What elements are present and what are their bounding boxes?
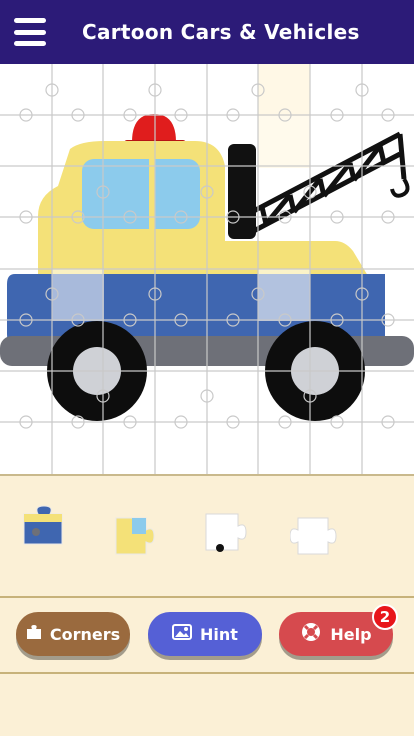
hint-button[interactable]: Hint [148, 612, 262, 656]
corners-button[interactable]: Corners [16, 612, 130, 656]
piece-tray [0, 476, 414, 596]
puzzle-piece-icon [26, 624, 42, 644]
lifebuoy-icon [300, 621, 322, 647]
tray-piece-4[interactable] [290, 512, 338, 560]
crane-post [228, 144, 256, 239]
hamburger-menu-icon[interactable] [14, 18, 46, 46]
image-icon [172, 624, 193, 644]
top-app-bar: Cartoon Cars & Vehicles [0, 0, 414, 64]
help-count-badge: 2 [372, 604, 398, 630]
tray-piece-3[interactable] [200, 508, 248, 556]
tray-piece-2[interactable] [108, 512, 156, 560]
bottom-area [0, 672, 414, 736]
hint-label: Hint [200, 624, 238, 644]
help-label: Help [330, 624, 372, 644]
tray-piece-1[interactable] [20, 504, 68, 552]
puzzle-image [0, 64, 414, 474]
truck-window [82, 159, 200, 229]
puzzle-board[interactable] [0, 64, 414, 476]
action-bar: Corners Hint Help [0, 598, 414, 672]
page-title: Cartoon Cars & Vehicles [82, 20, 360, 44]
corners-label: Corners [49, 624, 121, 644]
